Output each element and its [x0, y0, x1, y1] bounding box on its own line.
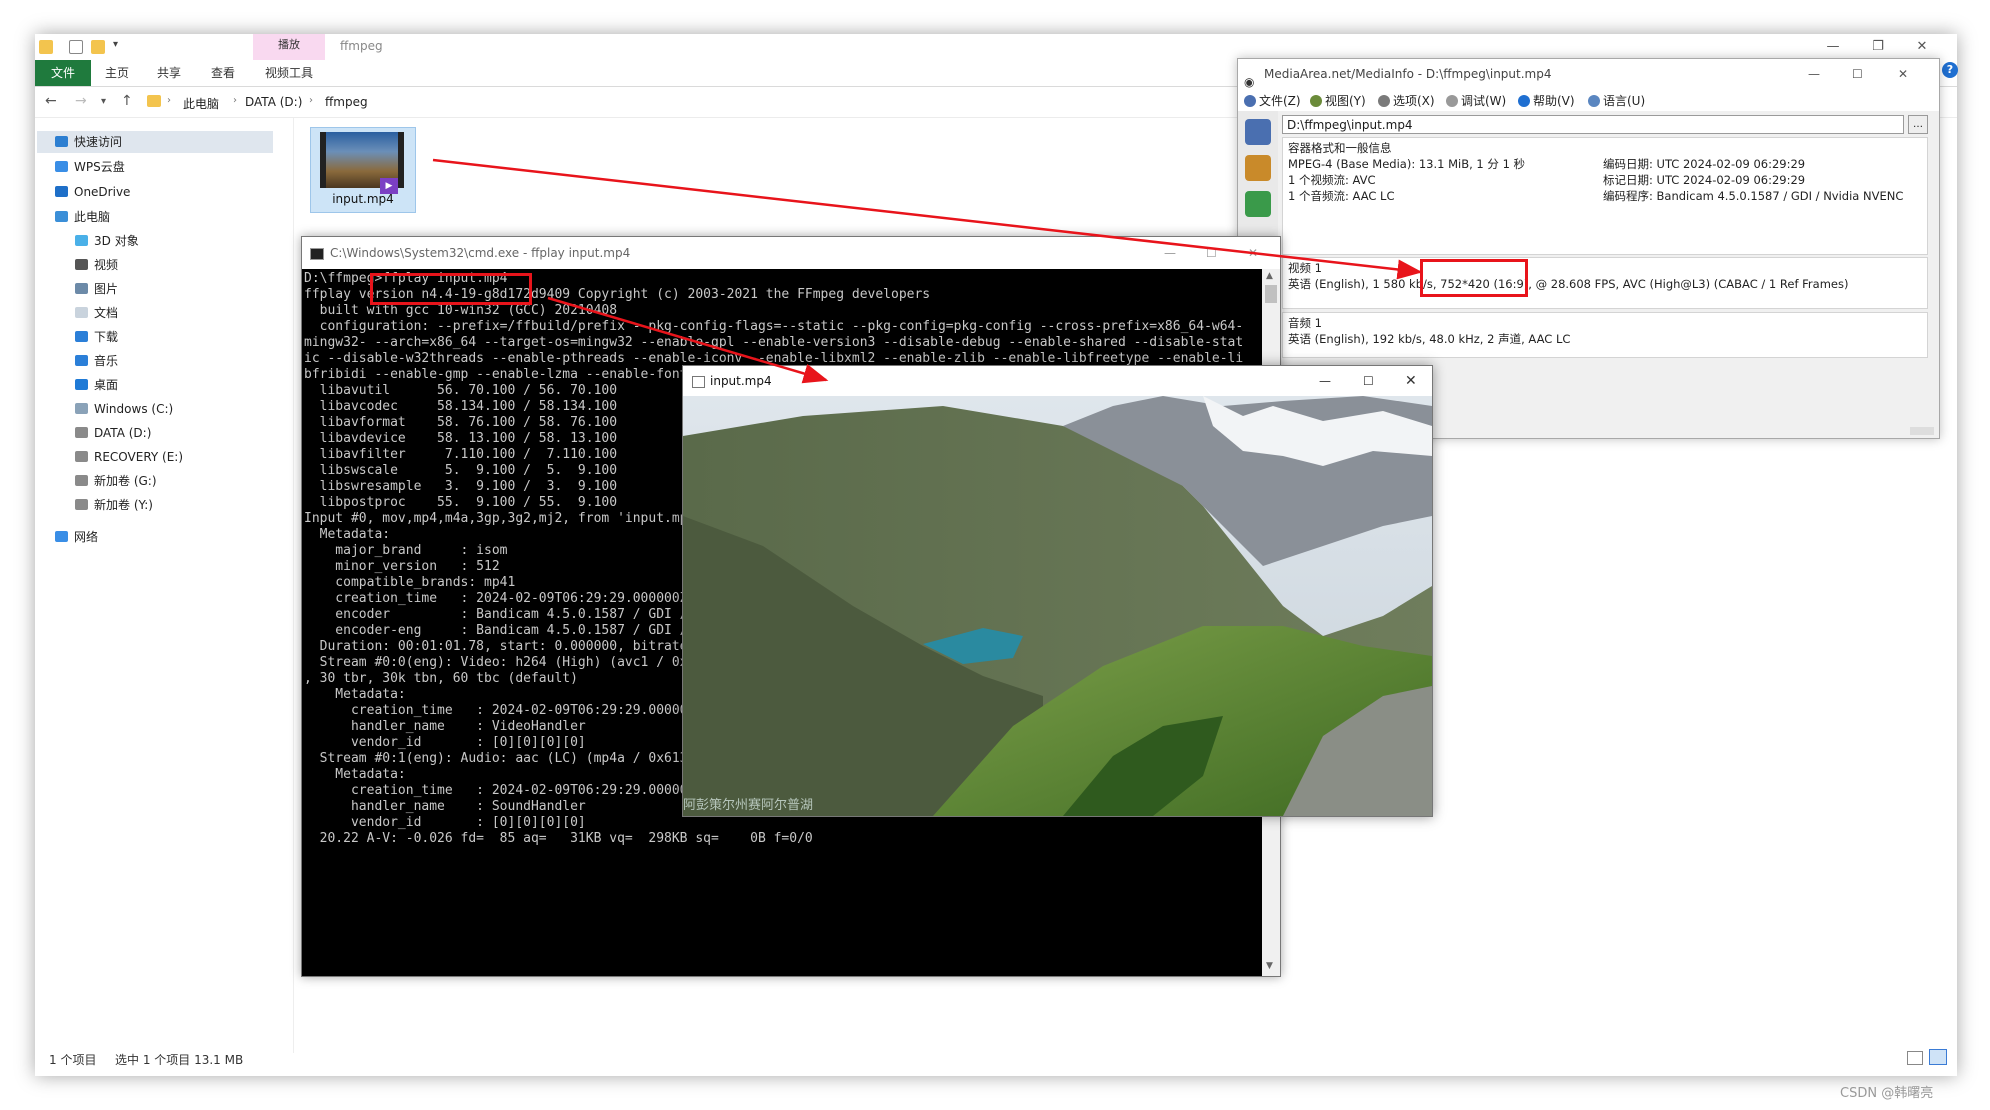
screenshot-root: { "explorer": { "context_tab": "播放", "ti… — [0, 0, 1990, 1110]
arrow-command-to-ffplay — [547, 296, 829, 384]
annotation-arrows — [432, 158, 1423, 384]
arrow-file-to-mediainfo — [432, 158, 1423, 280]
watermark: CSDN @韩曙亮 — [1840, 1086, 1934, 1101]
